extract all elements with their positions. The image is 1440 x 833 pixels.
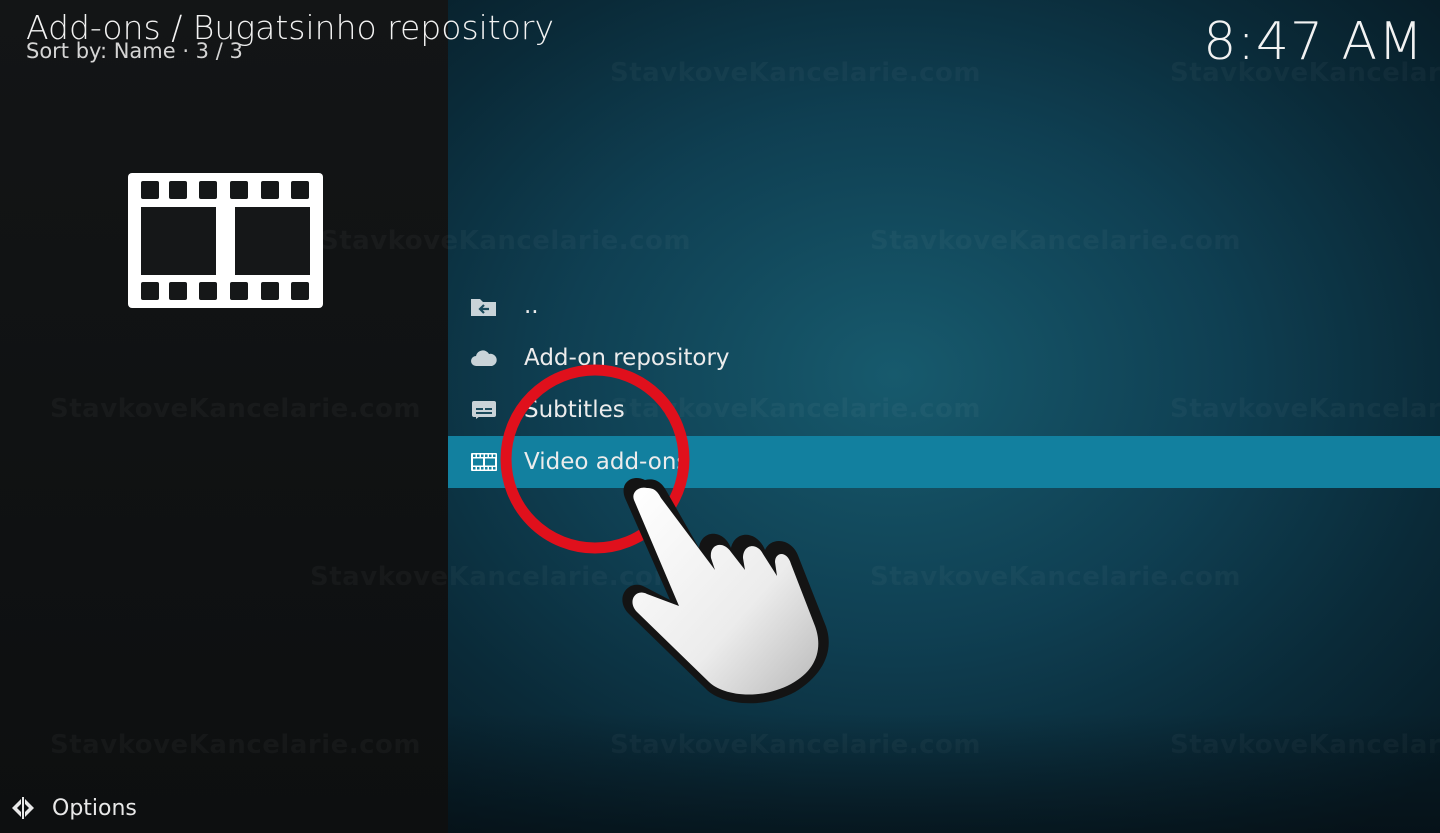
film-icon — [470, 450, 498, 474]
film-strip-icon — [128, 173, 323, 308]
bottom-shade — [448, 713, 1440, 833]
cloud-icon — [470, 346, 498, 370]
sidebar-panel — [0, 0, 448, 833]
list-item-parent-folder[interactable]: .. — [448, 280, 1440, 332]
options-arrows-icon — [8, 793, 38, 823]
options-button[interactable]: Options — [8, 793, 137, 823]
highlight-annotation — [495, 362, 855, 722]
header-title-group: Add-ons / Bugatsinho repository Sort by:… — [26, 8, 554, 62]
options-label: Options — [52, 795, 137, 821]
folder-back-icon — [470, 294, 498, 318]
clock: 8:47 AM — [1203, 12, 1424, 72]
hand-cursor-icon — [622, 478, 829, 704]
subtitles-icon — [470, 398, 498, 422]
list-item-label: .. — [524, 293, 539, 319]
